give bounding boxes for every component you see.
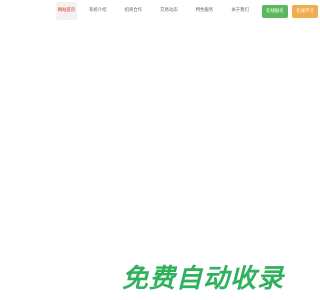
nav-item-special-services[interactable]: 特色服务 [193,2,217,20]
nav-item-business-cooperation[interactable]: 招商合作 [122,2,146,20]
nav-item-home[interactable]: 网站首页 [56,2,77,20]
nav-item-system-intro[interactable]: 系统介绍 [86,2,110,20]
online-signup-button[interactable]: 在线报名 [261,4,288,18]
page: 网站首页 系统介绍 招商合作 交易动态 特色服务 关于我们 在线报名 在线学习 … [0,0,318,300]
nav-item-trade-news[interactable]: 交易动态 [157,2,181,20]
online-learning-button[interactable]: 在线学习 [291,4,318,18]
watermark-text: 免费自动收录 [122,264,286,293]
watermark-logo: 免费自动收录 [122,263,300,293]
nav-item-about-us[interactable]: 关于我们 [228,2,252,20]
top-navigation: 网站首页 系统介绍 招商合作 交易动态 特色服务 关于我们 在线报名 在线学习 [56,2,318,20]
